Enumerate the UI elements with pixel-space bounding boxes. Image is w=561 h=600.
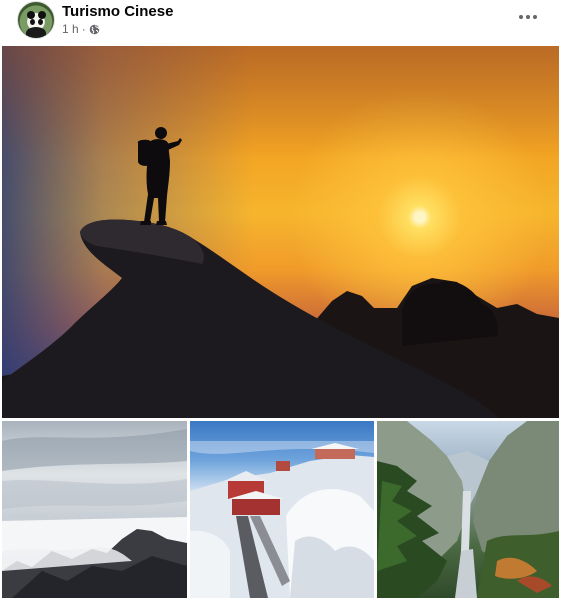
mountain-valley-scene <box>377 421 559 598</box>
page-avatar[interactable] <box>17 1 55 39</box>
facebook-post: Turismo Cinese 1 h · <box>0 0 561 600</box>
hiker-figure <box>137 127 182 225</box>
panda-eye-right <box>38 19 43 25</box>
photo-mountain-valley[interactable] <box>377 421 559 598</box>
snowy-temple-scene <box>190 441 374 598</box>
meta-separator: · <box>81 22 86 36</box>
page-name-link[interactable]: Turismo Cinese <box>62 3 173 20</box>
more-options-button[interactable] <box>512 5 544 29</box>
panda-ear-right <box>38 11 46 19</box>
main-photo-hiker-sunset[interactable] <box>2 46 559 418</box>
sea-of-clouds-scene <box>2 429 187 598</box>
post-header: Turismo Cinese 1 h · <box>0 0 561 45</box>
hiker-silhouette-scene <box>2 127 559 418</box>
photo-snowy-temple[interactable] <box>190 421 374 598</box>
post-timestamp[interactable]: 1 h <box>62 22 79 36</box>
post-meta: 1 h · <box>62 22 100 36</box>
photo-sea-of-clouds[interactable] <box>2 421 187 598</box>
globe-icon[interactable] <box>89 24 100 35</box>
more-options-icon <box>519 15 537 19</box>
panda-body <box>26 27 46 38</box>
panda-ear-left <box>27 11 35 19</box>
panda-eye-left <box>30 19 35 25</box>
